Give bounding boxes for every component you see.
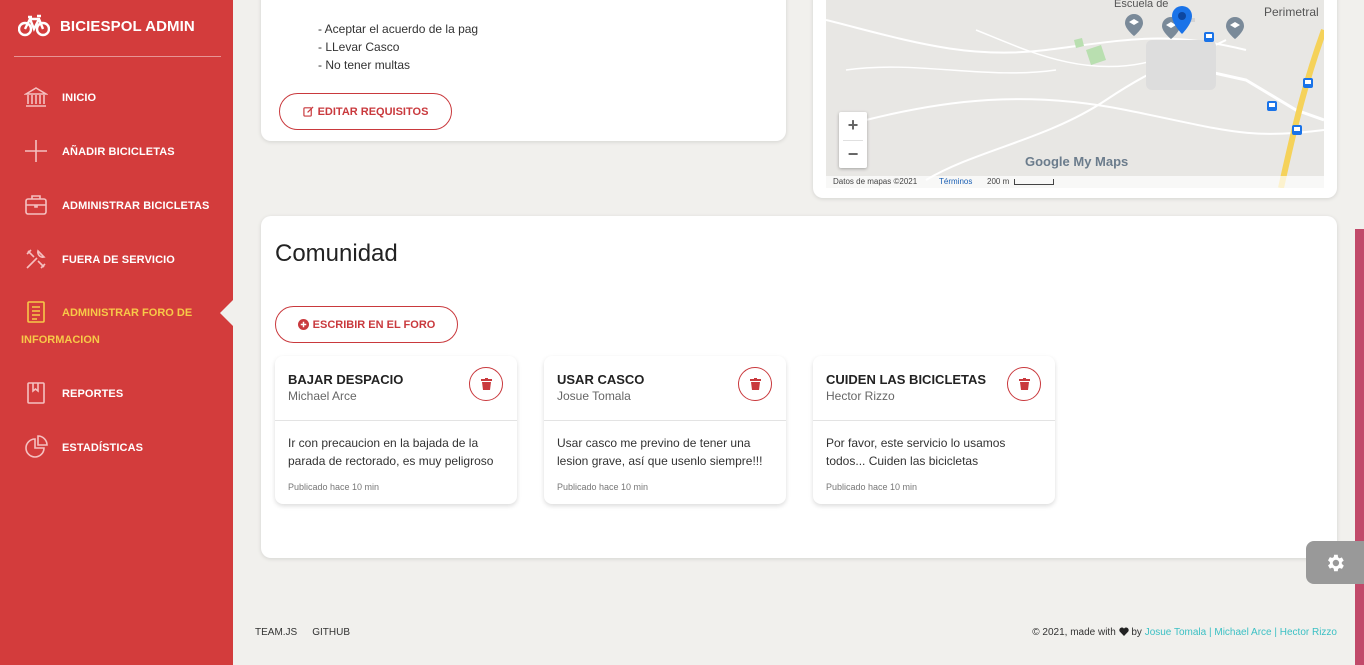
delete-post-button[interactable] (469, 367, 503, 401)
post-title: BAJAR DESPACIO (288, 372, 404, 387)
forum-post: USAR CASCO Josue Tomala Usar casco me pr… (544, 356, 786, 504)
sidebar-item-label: ESTADÍSTICAS (62, 442, 144, 454)
copyright-text: © 2021, made with (1032, 627, 1116, 638)
write-forum-button[interactable]: ESCRIBIR EN EL FORO (275, 306, 458, 343)
school-marker-icon (1226, 17, 1244, 39)
forum-post: CUIDEN LAS BICICLETAS Hector Rizzo Por f… (813, 356, 1055, 504)
post-time: Publicado hace 10 min (557, 482, 649, 492)
post-header: BAJAR DESPACIO Michael Arce (275, 356, 517, 421)
forum-title: Comunidad (275, 240, 398, 267)
sidebar-item-administrar-foro[interactable]: ADMINISTRAR FORO DE INFORMACION (0, 300, 233, 350)
sidebar-item-label: ADMINISTRAR FORO DE INFORMACION (21, 307, 193, 346)
brand-name: BICIESPOL ADMIN (60, 17, 195, 35)
sidebar-item-label: REPORTES (62, 388, 124, 400)
map-terms-link[interactable]: Términos (939, 177, 972, 186)
authors-link[interactable]: Josue Tomala | Michael Arce | Hector Riz… (1145, 627, 1337, 638)
location-pin-icon[interactable] (1172, 6, 1192, 34)
post-author: Josue Tomala (557, 389, 631, 403)
trash-icon (480, 378, 492, 390)
brand-divider (14, 56, 221, 57)
map-card: Escuela de Perimetral + − Google My Maps… (813, 0, 1337, 198)
sidebar-item-label: FUERA DE SERVICIO (62, 254, 175, 266)
forum-post: BAJAR DESPACIO Michael Arce Ir con preca… (275, 356, 517, 504)
write-forum-label: ESCRIBIR EN EL FORO (312, 318, 436, 331)
settings-button[interactable] (1306, 541, 1364, 584)
post-time: Publicado hace 10 min (288, 482, 380, 492)
plus-circle-icon (297, 319, 309, 330)
bus-stop-icon (1303, 78, 1313, 88)
footer-links: TEAM.JS GITHUB (255, 627, 365, 638)
requirements-card: - Aceptar el acuerdo de la pag - LLevar … (261, 0, 786, 141)
map-credit-bar: Datos de mapas ©2021 Términos 200 m (826, 176, 1324, 188)
sidebar-item-label: AÑADIR BICICLETAS (62, 146, 175, 158)
trash-icon (749, 378, 761, 390)
edit-requirements-label: EDITAR REQUISITOS (317, 105, 429, 118)
post-title: CUIDEN LAS BICICLETAS (826, 372, 987, 387)
map-brand: Google My Maps (1025, 154, 1129, 169)
heart-icon (1118, 627, 1129, 636)
bicycle-icon (18, 14, 50, 37)
post-author: Michael Arce (288, 389, 357, 403)
post-header: USAR CASCO Josue Tomala (544, 356, 786, 421)
map-label-road: Perimetral (1264, 5, 1319, 19)
post-author: Hector Rizzo (826, 389, 895, 403)
edit-requirements-button[interactable]: EDITAR REQUISITOS (279, 93, 452, 130)
footer-link-github[interactable]: GITHUB (312, 627, 350, 638)
forum-card: Comunidad ESCRIBIR EN EL FORO BAJAR DESP… (261, 216, 1337, 558)
plus-icon (25, 140, 47, 162)
active-indicator (220, 300, 233, 326)
brand[interactable]: BICIESPOL ADMIN (18, 14, 195, 38)
sidebar-item-reportes[interactable]: REPORTES (0, 381, 233, 407)
requirements-list: - Aceptar el acuerdo de la pag - LLevar … (318, 20, 478, 74)
sidebar-item-label: ADMINISTRAR BICICLETAS (62, 200, 210, 212)
sidebar-item-inicio[interactable]: INICIO (0, 85, 233, 111)
tools-icon (26, 249, 46, 269)
sidebar-item-administrar-bicicletas[interactable]: ADMINISTRAR BICICLETAS (0, 193, 233, 219)
zoom-controls: + − (839, 112, 867, 168)
sidebar: BICIESPOL ADMIN INICIO AÑADIR BICICLETAS… (0, 0, 233, 665)
post-header: CUIDEN LAS BICICLETAS Hector Rizzo (813, 356, 1055, 421)
map-label-school: Escuela de (1114, 0, 1169, 10)
bus-stop-icon (1292, 125, 1302, 135)
post-title: USAR CASCO (557, 372, 645, 387)
pie-chart-icon (25, 435, 48, 458)
book-icon (27, 382, 45, 404)
sidebar-item-fuera-de-servicio[interactable]: FUERA DE SERVICIO (0, 247, 233, 273)
footer-credits: © 2021, made with by Josue Tomala | Mich… (1032, 627, 1337, 638)
briefcase-icon (25, 195, 47, 215)
delete-post-button[interactable] (738, 367, 772, 401)
zoom-out-button[interactable]: − (839, 141, 867, 169)
delete-post-button[interactable] (1007, 367, 1041, 401)
post-body: Ir con precaucion en la bajada de la par… (288, 436, 494, 468)
requirement-item: - LLevar Casco (318, 40, 400, 54)
post-body: Por favor, este servicio lo usamos todos… (826, 436, 1006, 468)
bank-icon (24, 87, 48, 107)
by-text: by (1131, 627, 1142, 638)
map-scale-bar (1014, 179, 1054, 185)
scrollbar[interactable] (1355, 229, 1364, 665)
bus-stop-icon (1204, 32, 1214, 42)
map-data-credit: Datos de mapas ©2021 (833, 177, 918, 186)
post-time: Publicado hace 10 min (826, 482, 918, 492)
map-scale-label: 200 m (987, 177, 1010, 186)
requirement-item: - Aceptar el acuerdo de la pag (318, 22, 479, 36)
school-marker-icon (1125, 14, 1143, 36)
sidebar-item-estadisticas[interactable]: ESTADÍSTICAS (0, 435, 233, 461)
requirement-item: - No tener multas (318, 58, 411, 72)
zoom-in-button[interactable]: + (839, 112, 867, 140)
bus-stop-icon (1267, 101, 1277, 111)
gear-icon (1328, 554, 1344, 571)
sidebar-item-label: INICIO (62, 92, 97, 104)
edit-icon (302, 106, 314, 117)
footer-link-teamjs[interactable]: TEAM.JS (255, 627, 297, 638)
map[interactable]: Escuela de Perimetral + − Google My Maps… (826, 0, 1324, 188)
sidebar-item-anadir[interactable]: AÑADIR BICICLETAS (0, 139, 233, 165)
trash-icon (1018, 378, 1030, 390)
post-body: Usar casco me previno de tener una lesio… (557, 436, 763, 468)
